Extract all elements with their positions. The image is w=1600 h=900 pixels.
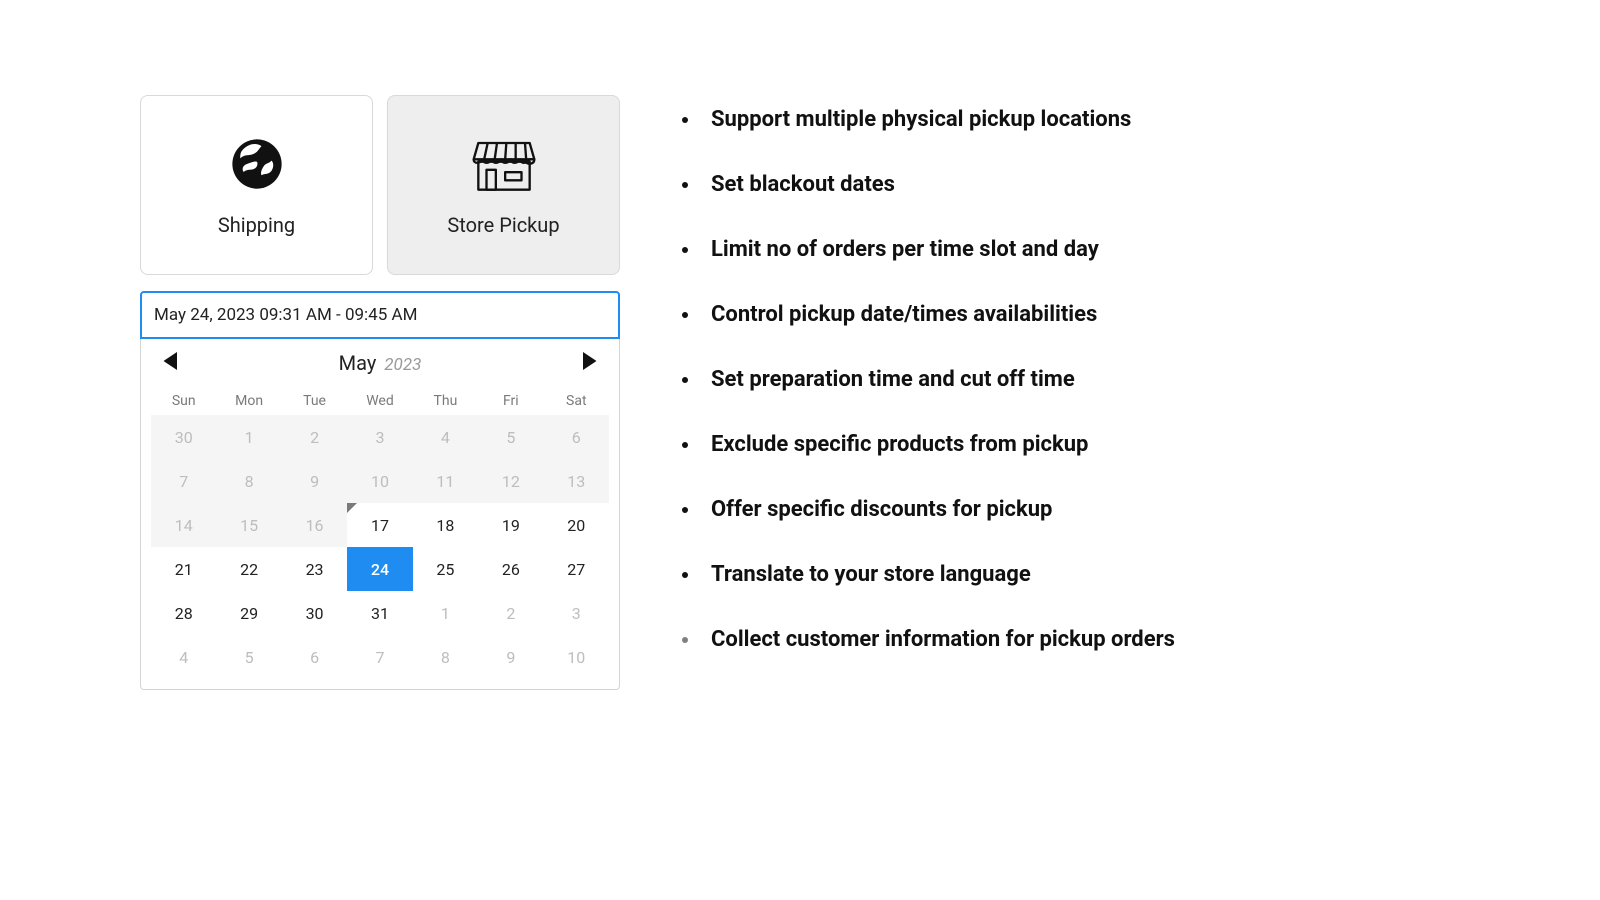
calendar-day: 4	[413, 415, 478, 459]
calendar-day[interactable]: 19	[478, 503, 543, 547]
calendar-day[interactable]: 25	[413, 547, 478, 591]
feature-item: Offer specific discounts for pickup	[701, 497, 1510, 522]
dow-sat: Sat	[544, 387, 609, 415]
feature-list-panel: Support multiple physical pickup locatio…	[675, 95, 1510, 692]
dow-wed: Wed	[347, 387, 412, 415]
store-icon	[469, 133, 539, 195]
calendar-next-month[interactable]	[575, 352, 603, 375]
delivery-tabs: Shipping	[140, 95, 620, 275]
calendar-day[interactable]: 27	[544, 547, 609, 591]
calendar-day[interactable]: 5	[216, 635, 281, 679]
calendar-day: 15	[216, 503, 281, 547]
dow-fri: Fri	[478, 387, 543, 415]
calendar-dow-row: Sun Mon Tue Wed Thu Fri Sat	[151, 387, 609, 415]
feature-item: Limit no of orders per time slot and day	[701, 237, 1510, 262]
calendar-day[interactable]: 7	[347, 635, 412, 679]
calendar-day[interactable]: 20	[544, 503, 609, 547]
calendar-prev-month[interactable]	[157, 352, 185, 375]
calendar-day: 1	[216, 415, 281, 459]
calendar-day: 2	[282, 415, 347, 459]
feature-item: Collect customer information for pickup …	[701, 627, 1510, 652]
calendar-title: May 2023	[339, 351, 422, 375]
calendar-day: 7	[151, 459, 216, 503]
feature-item: Support multiple physical pickup locatio…	[701, 107, 1510, 132]
tab-store-pickup[interactable]: Store Pickup	[387, 95, 620, 275]
calendar-day[interactable]: 28	[151, 591, 216, 635]
calendar-day[interactable]: 1	[413, 591, 478, 635]
calendar-day: 16	[282, 503, 347, 547]
calendar-day[interactable]: 4	[151, 635, 216, 679]
calendar-day[interactable]: 18	[413, 503, 478, 547]
calendar-day: 3	[347, 415, 412, 459]
feature-item: Exclude specific products from pickup	[701, 432, 1510, 457]
calendar-day[interactable]: 8	[413, 635, 478, 679]
tab-pickup-label: Store Pickup	[447, 213, 559, 237]
tab-shipping-label: Shipping	[218, 213, 295, 237]
dow-mon: Mon	[216, 387, 281, 415]
calendar-day[interactable]: 6	[282, 635, 347, 679]
feature-item: Control pickup date/times availabilities	[701, 302, 1510, 327]
calendar-day[interactable]: 9	[478, 635, 543, 679]
calendar-day[interactable]: 26	[478, 547, 543, 591]
pickup-datetime-value: May 24, 2023 09:31 AM - 09:45 AM	[154, 305, 417, 325]
calendar-day: 12	[478, 459, 543, 503]
calendar: May 2023 Sun Mon Tue Wed Thu Fri Sat 301…	[140, 339, 620, 690]
dow-tue: Tue	[282, 387, 347, 415]
calendar-day[interactable]: 24	[347, 547, 412, 591]
calendar-day: 6	[544, 415, 609, 459]
calendar-grid: 3012345678910111213141516171819202122232…	[151, 415, 609, 679]
feature-item: Set preparation time and cut off time	[701, 367, 1510, 392]
calendar-day[interactable]: 31	[347, 591, 412, 635]
calendar-day[interactable]: 30	[282, 591, 347, 635]
tab-shipping[interactable]: Shipping	[140, 95, 373, 275]
calendar-day[interactable]: 22	[216, 547, 281, 591]
calendar-day[interactable]: 29	[216, 591, 281, 635]
calendar-day: 9	[282, 459, 347, 503]
calendar-day: 11	[413, 459, 478, 503]
pickup-datetime-input[interactable]: May 24, 2023 09:31 AM - 09:45 AM	[140, 291, 620, 339]
calendar-day: 10	[347, 459, 412, 503]
feature-list: Support multiple physical pickup locatio…	[675, 107, 1510, 652]
calendar-month: May	[339, 351, 377, 375]
globe-icon	[229, 133, 285, 195]
dow-thu: Thu	[413, 387, 478, 415]
calendar-day: 5	[478, 415, 543, 459]
calendar-day[interactable]: 10	[544, 635, 609, 679]
calendar-day: 30	[151, 415, 216, 459]
calendar-day[interactable]: 3	[544, 591, 609, 635]
calendar-day[interactable]: 17	[347, 503, 412, 547]
calendar-year: 2023	[384, 355, 421, 375]
calendar-day[interactable]: 21	[151, 547, 216, 591]
feature-item: Set blackout dates	[701, 172, 1510, 197]
dow-sun: Sun	[151, 387, 216, 415]
calendar-day[interactable]: 23	[282, 547, 347, 591]
calendar-day: 8	[216, 459, 281, 503]
calendar-day: 14	[151, 503, 216, 547]
calendar-day[interactable]: 2	[478, 591, 543, 635]
feature-item: Translate to your store language	[701, 562, 1510, 587]
left-panel: Shipping	[140, 95, 620, 690]
calendar-day: 13	[544, 459, 609, 503]
